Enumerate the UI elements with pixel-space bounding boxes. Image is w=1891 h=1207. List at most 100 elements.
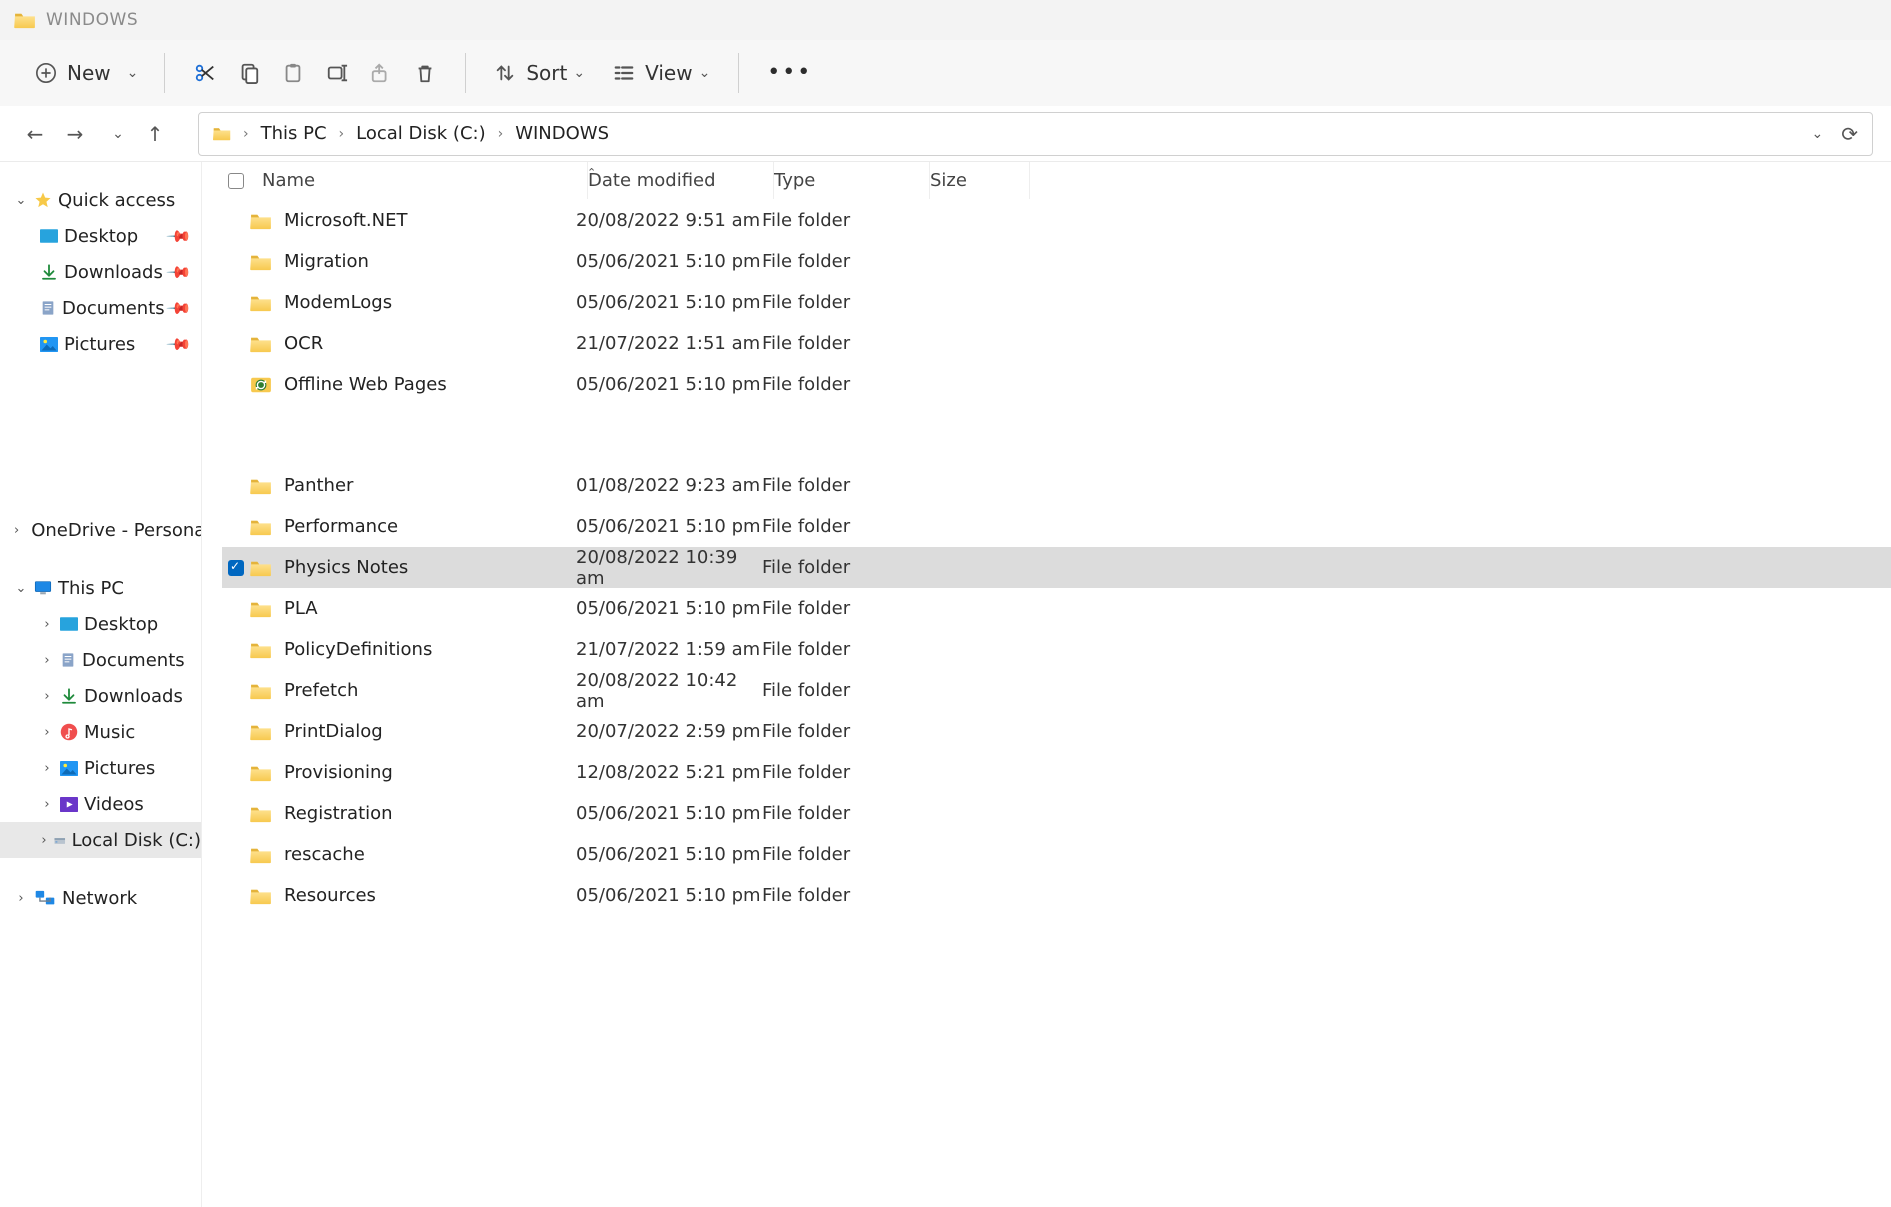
- column-header-name[interactable]: Name ⌃: [262, 162, 588, 199]
- new-button[interactable]: New ⌄: [25, 51, 146, 95]
- document-icon: [60, 651, 76, 669]
- sort-button[interactable]: Sort ⌄: [484, 51, 595, 95]
- folder-icon: [250, 682, 272, 700]
- copy-button[interactable]: [227, 51, 271, 95]
- file-row[interactable]: Offline Web Pages05/06/2021 5:10 pmFile …: [222, 364, 1891, 405]
- sidebar-item-documents[interactable]: › Documents: [0, 642, 201, 678]
- sidebar-item-pictures[interactable]: Pictures 📌: [0, 326, 201, 362]
- more-button[interactable]: •••: [757, 51, 822, 95]
- chevron-right-icon[interactable]: ›: [14, 891, 28, 906]
- sidebar-item-network[interactable]: › Network: [0, 880, 201, 916]
- sidebar-item-pictures[interactable]: › Pictures: [0, 750, 201, 786]
- sidebar-item-desktop[interactable]: › Desktop: [0, 606, 201, 642]
- navbar: ← → ⌄ ↑ › This PC › Local Disk (C:) › WI…: [0, 106, 1891, 162]
- file-date: 20/08/2022 10:39 am: [576, 547, 762, 589]
- chevron-right-icon: ›: [339, 126, 345, 142]
- delete-button[interactable]: [403, 51, 447, 95]
- chevron-right-icon[interactable]: ›: [40, 617, 54, 632]
- chevron-right-icon[interactable]: ›: [40, 689, 54, 704]
- folder-icon: [250, 641, 272, 659]
- file-type: File folder: [762, 721, 918, 742]
- chevron-right-icon[interactable]: ›: [40, 653, 54, 668]
- file-type: File folder: [762, 762, 918, 783]
- chevron-right-icon[interactable]: ›: [40, 761, 54, 776]
- sidebar-item-label: Network: [62, 888, 137, 909]
- sidebar-item-desktop[interactable]: Desktop 📌: [0, 218, 201, 254]
- file-date: 05/06/2021 5:10 pm: [576, 374, 762, 395]
- sidebar-item-label: Downloads: [64, 262, 163, 283]
- file-row[interactable]: Prefetch20/08/2022 10:42 amFile folder: [222, 670, 1891, 711]
- back-button[interactable]: ←: [18, 117, 52, 151]
- sidebar-item-downloads[interactable]: › Downloads: [0, 678, 201, 714]
- sidebar-item-onedrive[interactable]: › OneDrive - Personal: [0, 512, 201, 548]
- chevron-right-icon[interactable]: ›: [14, 523, 19, 538]
- chevron-right-icon[interactable]: ›: [40, 725, 54, 740]
- chevron-right-icon: ›: [498, 126, 504, 142]
- breadcrumb-item[interactable]: This PC: [261, 123, 327, 144]
- file-row[interactable]: Migration05/06/2021 5:10 pmFile folder: [222, 241, 1891, 282]
- paste-button[interactable]: [271, 51, 315, 95]
- file-row[interactable]: Physics Notes20/08/2022 10:39 amFile fol…: [222, 547, 1891, 588]
- sidebar-item-this-pc[interactable]: ⌄ This PC: [0, 570, 201, 606]
- file-name: Prefetch: [284, 680, 358, 701]
- file-row[interactable]: rescache05/06/2021 5:10 pmFile folder: [222, 834, 1891, 875]
- sidebar-item-music[interactable]: › Music: [0, 714, 201, 750]
- file-date: 20/08/2022 9:51 am: [576, 210, 762, 231]
- file-date: 05/06/2021 5:10 pm: [576, 885, 762, 906]
- file-name: PLA: [284, 598, 318, 619]
- sidebar-item-videos[interactable]: › Videos: [0, 786, 201, 822]
- file-name: Registration: [284, 803, 393, 824]
- sidebar-item-label: Local Disk (C:): [72, 830, 201, 851]
- file-row[interactable]: Panther01/08/2022 9:23 amFile folder: [222, 465, 1891, 506]
- view-button[interactable]: View ⌄: [603, 51, 720, 95]
- file-row[interactable]: Resources05/06/2021 5:10 pmFile folder: [222, 875, 1891, 916]
- breadcrumb-item[interactable]: WINDOWS: [515, 123, 609, 144]
- chevron-right-icon[interactable]: ›: [40, 833, 48, 848]
- breadcrumb-item[interactable]: Local Disk (C:): [356, 123, 485, 144]
- folder-icon: [250, 477, 272, 495]
- column-header-date[interactable]: Date modified: [588, 162, 774, 199]
- file-name: Physics Notes: [284, 557, 408, 578]
- file-row[interactable]: PrintDialog20/07/2022 2:59 pmFile folder: [222, 711, 1891, 752]
- address-history-icon[interactable]: ⌄: [1812, 126, 1824, 142]
- row-checkbox[interactable]: [228, 560, 244, 576]
- forward-button[interactable]: →: [58, 117, 92, 151]
- select-all-checkbox[interactable]: [228, 173, 244, 189]
- sidebar: ⌄ Quick access Desktop 📌 Downloads 📌 Doc…: [0, 162, 202, 1207]
- folder-icon: [213, 126, 231, 141]
- sidebar-item-quick-access[interactable]: ⌄ Quick access: [0, 182, 201, 218]
- chevron-down-icon[interactable]: ⌄: [14, 193, 28, 208]
- file-row[interactable]: Registration05/06/2021 5:10 pmFile folde…: [222, 793, 1891, 834]
- divider: [465, 53, 466, 93]
- share-button[interactable]: [359, 51, 403, 95]
- refresh-button[interactable]: ⟳: [1841, 122, 1858, 146]
- cut-button[interactable]: [183, 51, 227, 95]
- column-header-type[interactable]: Type: [774, 162, 930, 199]
- file-list[interactable]: Microsoft.NET 20/08/2022 9:51 am File fold…: [202, 200, 1891, 916]
- history-dropdown[interactable]: ⌄: [98, 117, 132, 151]
- file-row[interactable]: Microsoft.NET20/08/2022 9:51 amFile fold…: [222, 200, 1891, 241]
- file-row[interactable]: OCR21/07/2022 1:51 amFile folder: [222, 323, 1891, 364]
- file-name: Microsoft.NET: [284, 210, 407, 231]
- file-row[interactable]: Performance05/06/2021 5:10 pmFile folder: [222, 506, 1891, 547]
- up-button[interactable]: ↑: [138, 117, 172, 151]
- chevron-down-icon[interactable]: ⌄: [14, 581, 28, 596]
- column-header-size[interactable]: Size: [930, 162, 1030, 199]
- star-icon: [34, 191, 52, 209]
- sidebar-item-label: Quick access: [58, 190, 175, 211]
- file-date: 05/06/2021 5:10 pm: [576, 251, 762, 272]
- file-date: 20/07/2022 2:59 pm: [576, 721, 762, 742]
- sidebar-item-downloads[interactable]: Downloads 📌: [0, 254, 201, 290]
- sidebar-item-documents[interactable]: Documents 📌: [0, 290, 201, 326]
- rename-button[interactable]: [315, 51, 359, 95]
- sidebar-item-local-disk[interactable]: › Local Disk (C:): [0, 822, 201, 858]
- chevron-right-icon[interactable]: ›: [40, 797, 54, 812]
- address-bar[interactable]: › This PC › Local Disk (C:) › WINDOWS ⌄ …: [198, 112, 1873, 156]
- file-row[interactable]: PLA05/06/2021 5:10 pmFile folder: [222, 588, 1891, 629]
- desktop-icon: [40, 229, 58, 243]
- file-row[interactable]: Provisioning12/08/2022 5:21 pmFile folde…: [222, 752, 1891, 793]
- view-icon: [613, 62, 635, 84]
- file-row[interactable]: PolicyDefinitions21/07/2022 1:59 amFile …: [222, 629, 1891, 670]
- file-row[interactable]: ModemLogs05/06/2021 5:10 pmFile folder: [222, 282, 1891, 323]
- folder-icon: [250, 376, 272, 394]
